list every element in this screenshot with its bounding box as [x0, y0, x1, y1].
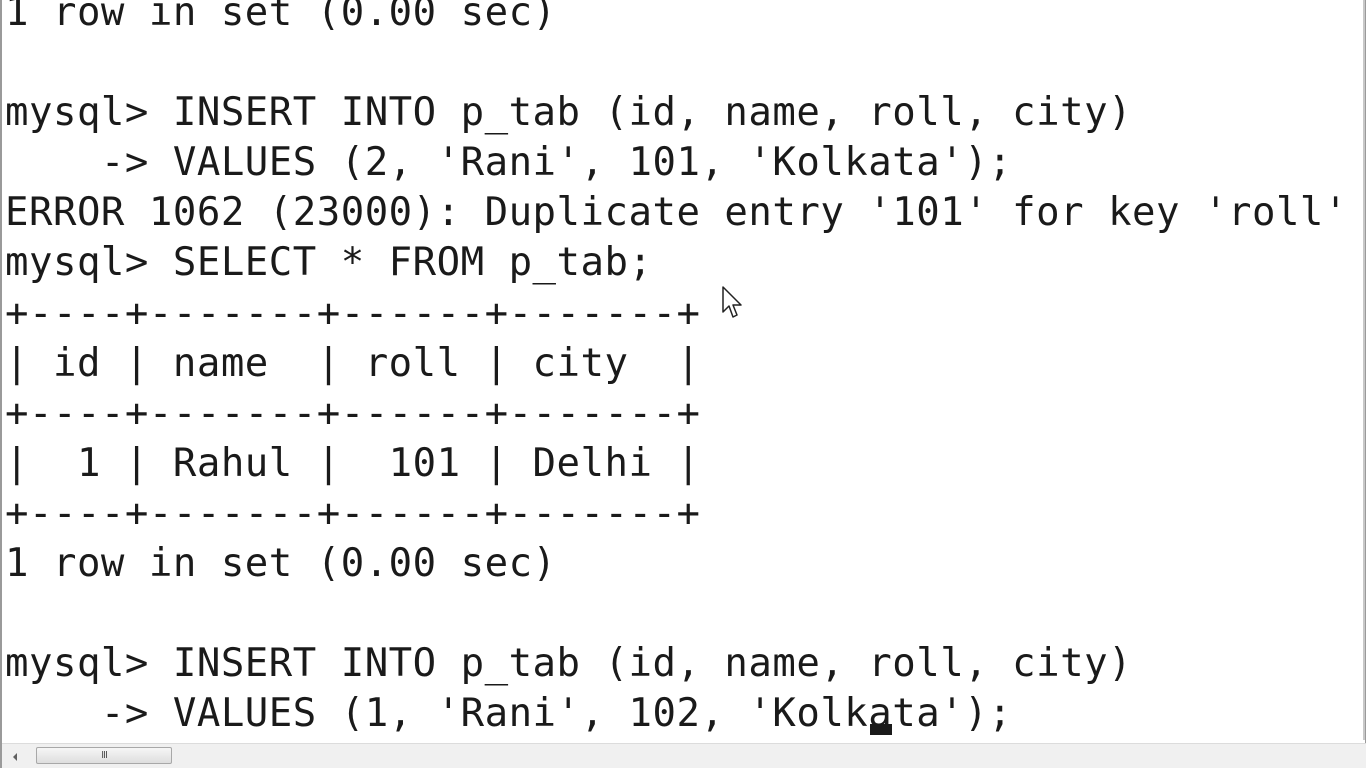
- console-line: -> VALUES (2, 'Rani', 101, 'Kolkata');: [5, 140, 1013, 186]
- error-line: ERROR 1062 (23000): Duplicate entry '101…: [5, 190, 1348, 236]
- scrollbar-thumb[interactable]: III: [36, 747, 172, 764]
- triangle-left-icon: [12, 752, 17, 761]
- grip-icon: III: [101, 749, 108, 761]
- horizontal-scrollbar[interactable]: III: [2, 743, 1366, 768]
- console-line: -> VALUES (1, 'Rani', 102, 'Kolkata');: [5, 691, 1013, 737]
- table-header-row: | id | name | roll | city |: [5, 340, 701, 386]
- scroll-left-button[interactable]: [6, 748, 23, 765]
- text-cursor: [870, 724, 892, 735]
- table-border: +----+-------+------+-------+: [5, 490, 701, 536]
- console-line: 1 row in set (0.00 sec): [5, 0, 557, 35]
- table-border: +----+-------+------+-------+: [5, 390, 701, 436]
- terminal-output[interactable]: 1 row in set (0.00 sec) mysql> INSERT IN…: [5, 0, 1355, 738]
- vertical-scrollbar-edge: [1363, 0, 1365, 740]
- table-border: +----+-------+------+-------+: [5, 290, 701, 336]
- table-row: | 1 | Rahul | 101 | Delhi |: [5, 440, 701, 486]
- console-line: mysql> INSERT INTO p_tab (id, name, roll…: [5, 90, 1133, 136]
- console-line: mysql> SELECT * FROM p_tab;: [5, 240, 653, 286]
- mouse-pointer-icon: [722, 286, 742, 318]
- console-line: 1 row in set (0.00 sec): [5, 541, 557, 587]
- mysql-console-window: 1 row in set (0.00 sec) mysql> INSERT IN…: [0, 0, 1366, 768]
- console-line: mysql> INSERT INTO p_tab (id, name, roll…: [5, 641, 1133, 687]
